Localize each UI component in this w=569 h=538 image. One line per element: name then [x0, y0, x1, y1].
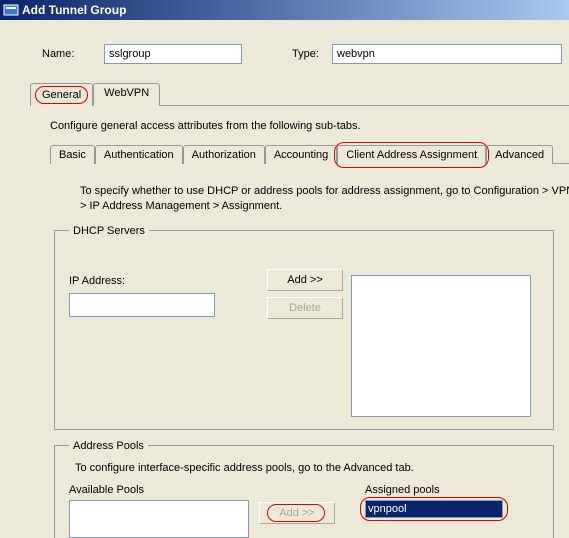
dhcp-server-list[interactable] [351, 275, 531, 417]
tab-general-label: General [42, 89, 81, 101]
outer-tabs: General WebVPN [30, 82, 569, 105]
pools-instruction: To configure interface-specific address … [75, 462, 543, 474]
assignment-instruction: To specify whether to use DHCP or addres… [80, 184, 569, 215]
titlebar: Add Tunnel Group [0, 0, 569, 20]
window-title: Add Tunnel Group [22, 3, 126, 17]
ip-address-input[interactable] [69, 293, 215, 317]
tab-general[interactable]: General [30, 83, 93, 106]
tab-general-highlight: General [35, 86, 88, 104]
subtab-authentication[interactable]: Authentication [95, 145, 183, 164]
subtab-basic-label: Basic [59, 149, 86, 161]
dhcp-add-button[interactable]: Add >> [267, 269, 343, 291]
pools-legend: Address Pools [69, 440, 148, 452]
pools-add-button[interactable]: Add >> [259, 502, 335, 524]
name-input[interactable] [104, 44, 242, 64]
assigned-pools-label: Assigned pools [365, 484, 503, 496]
available-pools-list[interactable] [69, 500, 249, 538]
subtab-authentication-label: Authentication [104, 149, 174, 161]
subtab-advanced[interactable]: Advanced [486, 145, 553, 164]
general-panel: Configure general access attributes from… [30, 105, 569, 538]
dhcp-servers-group: DHCP Servers IP Address: Add >> Delete [54, 225, 554, 430]
ip-address-label: IP Address: [69, 275, 259, 287]
type-input[interactable] [332, 44, 562, 64]
type-label: Type: [292, 48, 332, 60]
subtab-client-address-assignment[interactable]: Client Address Assignment [337, 145, 486, 164]
app-icon [3, 2, 19, 18]
subtab-client-addr-label: Client Address Assignment [346, 149, 477, 161]
dhcp-legend: DHCP Servers [69, 225, 149, 237]
assigned-pools-list[interactable]: vpnpool [365, 500, 503, 518]
inner-tabs: Basic Authentication Authorization Accou… [50, 144, 569, 163]
subtab-authorization-label: Authorization [192, 149, 256, 161]
form-area: Name: Type: General WebVPN Configure gen… [0, 20, 569, 538]
tab-webvpn[interactable]: WebVPN [93, 83, 160, 106]
subtab-basic[interactable]: Basic [50, 145, 95, 164]
intro-text: Configure general access attributes from… [50, 120, 569, 132]
subtab-authorization[interactable]: Authorization [183, 145, 265, 164]
available-pools-label: Available Pools [69, 484, 249, 496]
dhcp-delete-button[interactable]: Delete [267, 297, 343, 319]
tab-webvpn-label: WebVPN [104, 87, 149, 99]
subtab-accounting-label: Accounting [274, 149, 328, 161]
subtab-accounting[interactable]: Accounting [265, 145, 337, 164]
assigned-pool-item[interactable]: vpnpool [366, 501, 502, 517]
client-addr-panel: To specify whether to use DHCP or addres… [50, 163, 569, 538]
address-pools-group: Address Pools To configure interface-spe… [54, 440, 554, 538]
subtab-advanced-label: Advanced [495, 149, 544, 161]
name-label: Name: [42, 48, 104, 60]
